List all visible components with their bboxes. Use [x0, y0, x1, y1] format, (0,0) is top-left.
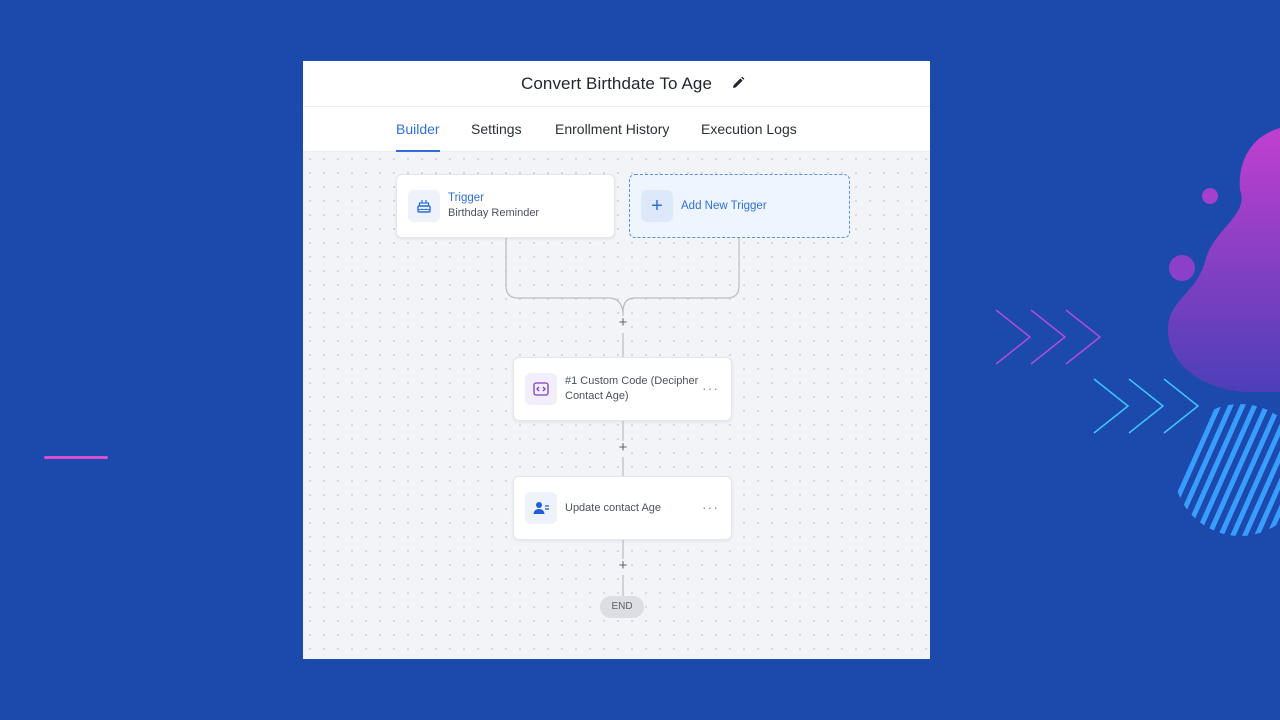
step-label: Update contact Age — [565, 501, 662, 514]
code-icon — [525, 373, 557, 405]
striped-circle — [1174, 404, 1280, 536]
trigger-name: Birthday Reminder — [448, 207, 540, 219]
tab-enrollment-history[interactable]: Enrollment History — [555, 107, 669, 152]
magenta-chevrons — [995, 309, 1102, 365]
trigger-heading: Trigger — [448, 192, 484, 204]
step-card-custom-code[interactable]: #1 Custom Code (Decipher Contact Age) ··… — [513, 357, 732, 421]
pencil-icon[interactable] — [731, 76, 745, 90]
tab-execution-logs[interactable]: Execution Logs — [701, 107, 797, 152]
add-step-button[interactable]: + — [615, 558, 631, 575]
workflow-canvas[interactable]: Trigger Birthday Reminder + Add New Trig… — [303, 152, 930, 659]
add-new-trigger-button[interactable]: + Add New Trigger — [629, 174, 850, 238]
add-new-trigger-label: Add New Trigger — [681, 200, 767, 212]
blob-dot-medium — [1169, 255, 1195, 281]
more-options-icon[interactable]: ··· — [702, 380, 719, 396]
more-options-icon[interactable]: ··· — [702, 499, 719, 515]
tab-settings[interactable]: Settings — [471, 107, 522, 152]
cyan-chevrons — [1093, 378, 1200, 434]
tab-builder[interactable]: Builder — [396, 107, 440, 152]
blob-dot-small — [1202, 188, 1218, 204]
plus-icon: + — [641, 190, 673, 222]
title-bar: Convert Birthdate To Age — [303, 61, 930, 107]
trigger-card[interactable]: Trigger Birthday Reminder — [396, 174, 615, 238]
step-label-line-2: Contact Age) — [565, 390, 629, 402]
workflow-builder-window: Convert Birthdate To Age Builder Setting… — [303, 61, 930, 659]
cake-icon — [408, 190, 440, 222]
step-label-line-1: #1 Custom Code (Decipher — [565, 375, 699, 387]
add-step-button[interactable]: + — [615, 315, 631, 332]
contact-card-icon — [525, 492, 557, 524]
add-step-button[interactable]: + — [615, 440, 631, 457]
workflow-title: Convert Birthdate To Age — [520, 73, 713, 93]
step-card-update-contact[interactable]: Update contact Age ··· — [513, 476, 732, 540]
tab-bar: Builder Settings Enrollment History Exec… — [303, 107, 930, 152]
end-node: END — [600, 596, 644, 618]
